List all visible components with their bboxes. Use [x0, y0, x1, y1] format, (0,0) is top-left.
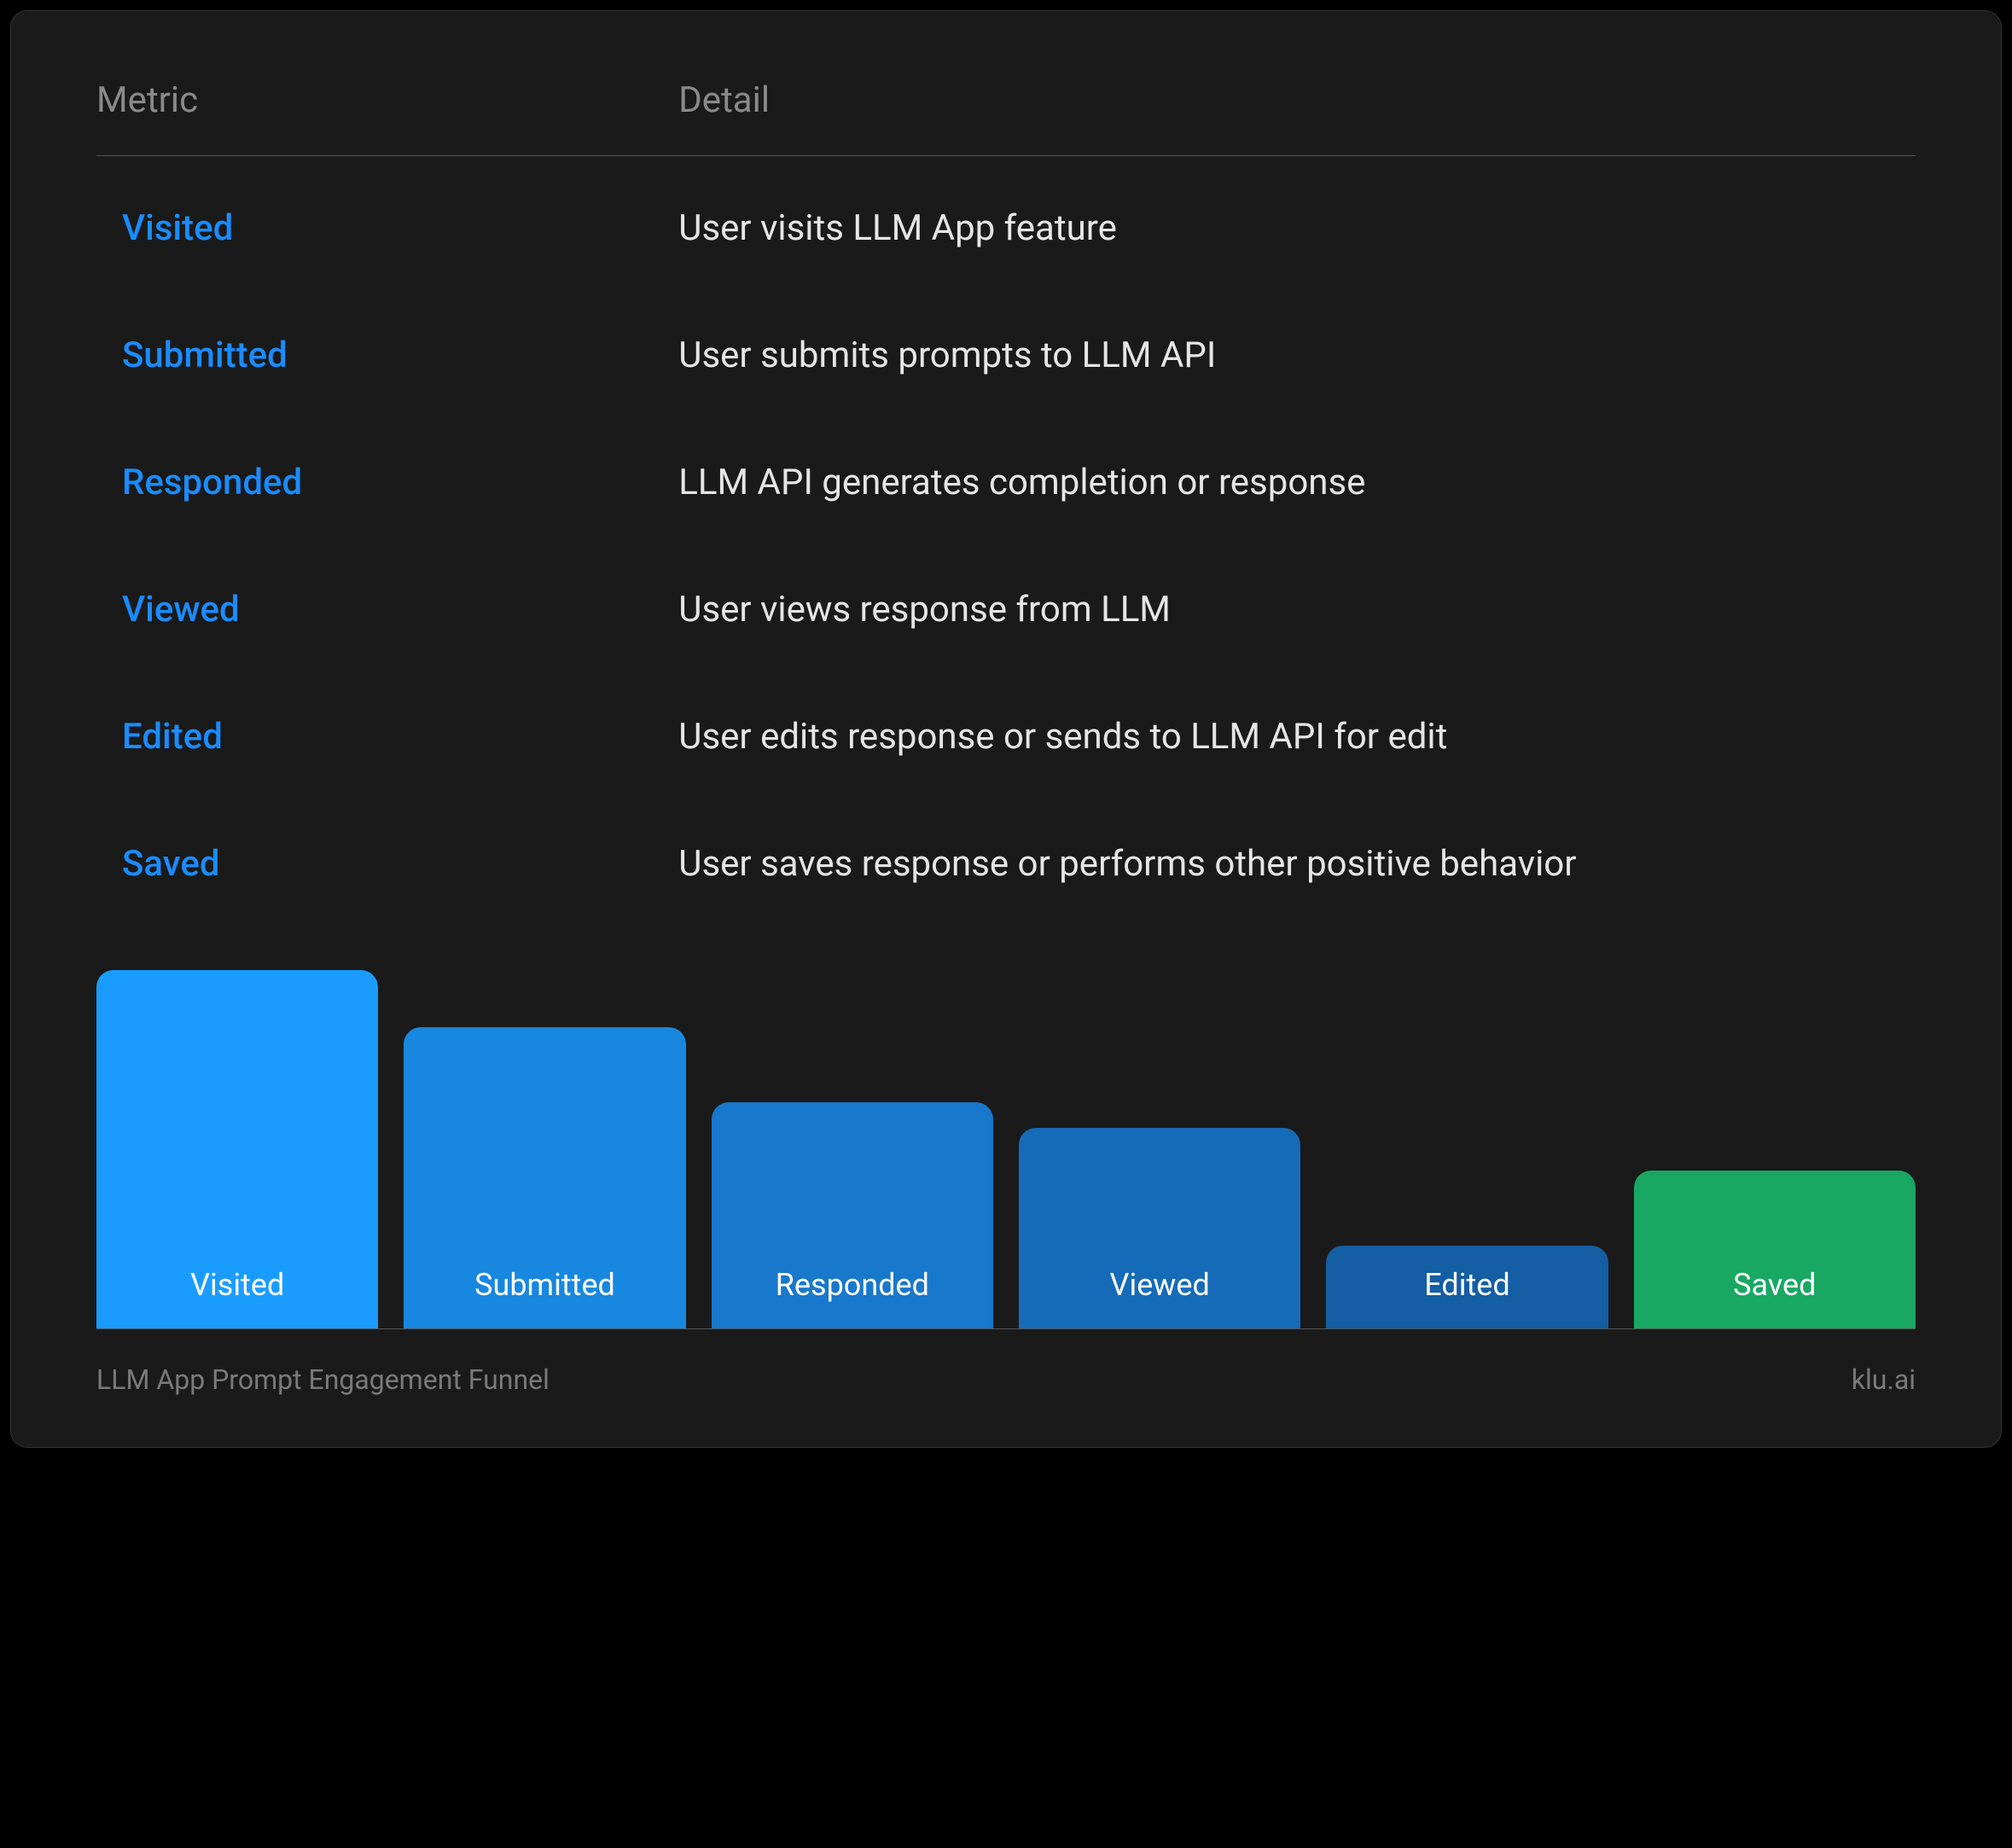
metric-name: Saved — [96, 843, 678, 885]
table-row: Submitted User submits prompts to LLM AP… — [96, 334, 1916, 376]
bar-label: Viewed — [1110, 1267, 1210, 1303]
metric-name: Submitted — [96, 334, 678, 376]
metric-name: Edited — [96, 716, 678, 758]
bar-label: Submitted — [474, 1267, 615, 1303]
chart-footer: LLM App Prompt Engagement Funnel klu.ai — [96, 1363, 1916, 1396]
metric-detail: User edits response or sends to LLM API … — [678, 716, 1916, 758]
metric-detail: LLM API generates completion or response — [678, 462, 1916, 503]
header-detail: Detail — [678, 79, 1916, 121]
table-row: Edited User edits response or sends to L… — [96, 716, 1916, 758]
bar-label: Edited — [1424, 1267, 1509, 1303]
bar-label: Responded — [776, 1267, 929, 1303]
funnel-card: Metric Detail Visited User visits LLM Ap… — [10, 10, 2002, 1448]
bar-saved: Saved — [1634, 1171, 1916, 1328]
metric-detail: User views response from LLM — [678, 589, 1916, 631]
table-row: Viewed User views response from LLM — [96, 589, 1916, 631]
metric-detail: User visits LLM App feature — [678, 207, 1916, 249]
metric-name: Responded — [96, 462, 678, 503]
bar-responded: Responded — [712, 1102, 993, 1328]
bar-label: Saved — [1733, 1267, 1816, 1303]
bar-label: Visited — [190, 1267, 284, 1303]
chart-title: LLM App Prompt Engagement Funnel — [96, 1363, 550, 1396]
bar-visited: Visited — [96, 970, 378, 1328]
metric-detail: User submits prompts to LLM API — [678, 334, 1916, 376]
table-body: Visited User visits LLM App feature Subm… — [96, 207, 1916, 885]
table-row: Saved User saves response or performs ot… — [96, 843, 1916, 885]
table-row: Visited User visits LLM App feature — [96, 207, 1916, 249]
metric-name: Viewed — [96, 589, 678, 631]
header-metric: Metric — [96, 79, 678, 121]
bar-edited: Edited — [1326, 1246, 1608, 1328]
funnel-bar-chart: Visited Submitted Responded Viewed Edited Sav… — [96, 970, 1916, 1329]
bar-submitted: Submitted — [404, 1027, 685, 1328]
metric-name: Visited — [96, 207, 678, 249]
chart-source: klu.ai — [1852, 1363, 1916, 1396]
table-row: Responded LLM API generates completion o… — [96, 462, 1916, 503]
bar-viewed: Viewed — [1019, 1128, 1300, 1328]
table-header: Metric Detail — [96, 79, 1916, 156]
metric-detail: User saves response or performs other po… — [678, 843, 1916, 885]
